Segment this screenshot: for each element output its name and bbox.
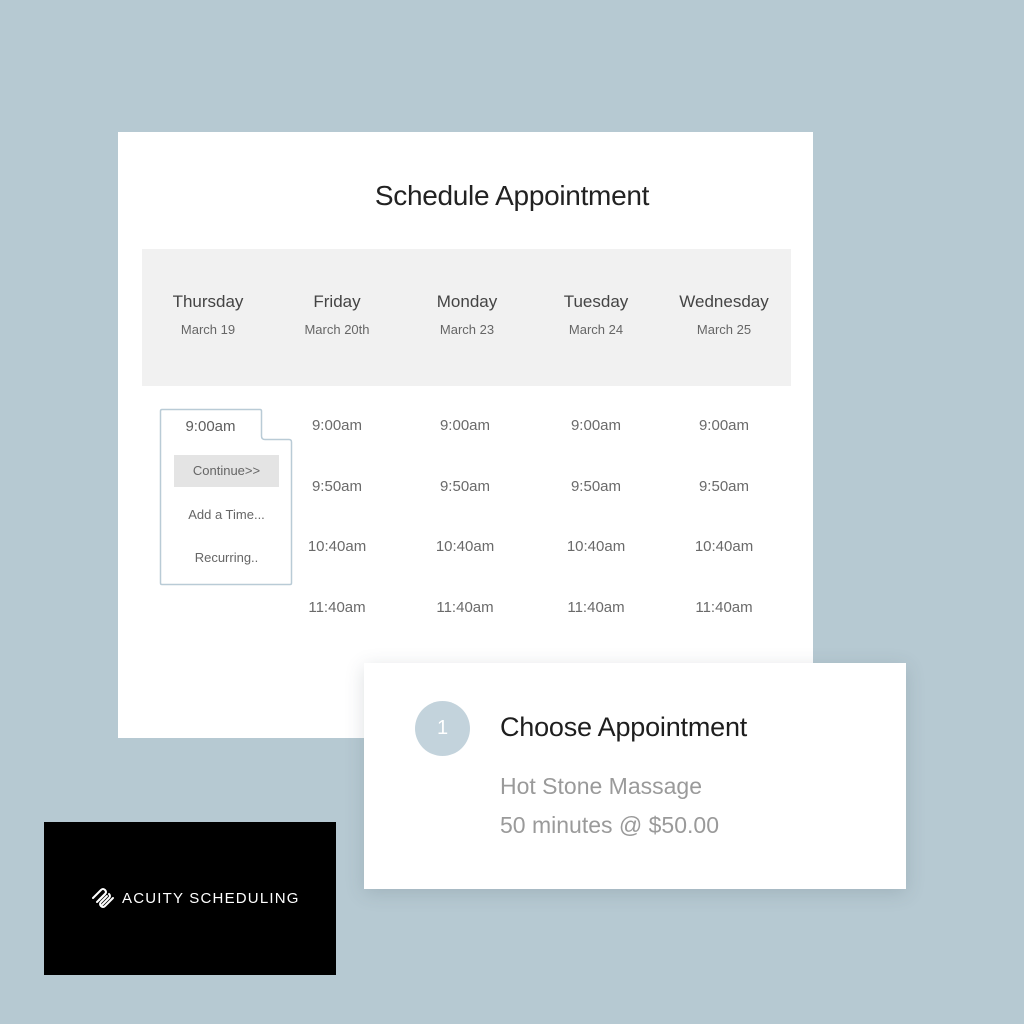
day-date: March 25 [696,322,752,337]
brand-logo-block: ACUITY SCHEDULING [44,822,336,975]
time-slot-monday[interactable]: 9:50am [400,478,530,495]
day-column-monday: Monday March 23 [402,292,532,337]
day-date: March 24 [568,322,624,337]
page-title: Schedule Appointment [374,180,650,211]
brand-logo: ACUITY SCHEDULING [90,886,300,910]
day-name: Thursday [172,292,244,311]
service-name: Hot Stone Massage [500,773,703,799]
recurring-button[interactable]: Recurring.. [174,542,279,574]
time-slot-popup: 9:00am Continue>> Add a Time... Recurrin… [159,408,293,586]
day-date: March 20th [304,322,370,337]
time-slot-tuesday[interactable]: 9:00am [531,417,661,434]
day-date: March 23 [439,322,495,337]
squarespace-knot-icon [92,888,114,908]
time-slot-friday[interactable]: 11:40am [272,599,402,616]
continue-button[interactable]: Continue>> [174,455,279,487]
day-name: Wednesday [679,292,769,311]
time-slot-wednesday[interactable]: 9:00am [659,417,789,434]
selected-time[interactable]: 9:00am [159,418,262,435]
day-name: Monday [436,292,498,311]
day-column-tuesday: Tuesday March 24 [531,292,661,337]
time-slot-wednesday[interactable]: 10:40am [659,538,789,555]
time-slot-monday[interactable]: 11:40am [400,599,530,616]
day-column-wednesday: Wednesday March 25 [659,292,789,337]
time-slot-tuesday[interactable]: 11:40am [531,599,661,616]
day-date: March 19 [180,322,236,337]
service-detail: 50 minutes @ $50.00 [500,812,719,838]
time-slot-monday[interactable]: 9:00am [400,417,530,434]
time-slot-tuesday[interactable]: 9:50am [531,478,661,495]
time-slot-monday[interactable]: 10:40am [400,538,530,555]
time-slot-wednesday[interactable]: 9:50am [659,478,789,495]
time-slot-wednesday[interactable]: 11:40am [659,599,789,616]
day-name: Friday [313,292,361,311]
time-slot-tuesday[interactable]: 10:40am [531,538,661,555]
step-number-badge: 1 [415,701,470,756]
day-name: Tuesday [563,292,629,311]
brand-name: ACUITY SCHEDULING [122,889,300,907]
add-time-button[interactable]: Add a Time... [174,499,279,531]
day-column-friday: Friday March 20th [272,292,402,337]
choose-appointment-title: Choose Appointment [500,712,748,742]
day-column-thursday: Thursday March 19 [143,292,273,337]
